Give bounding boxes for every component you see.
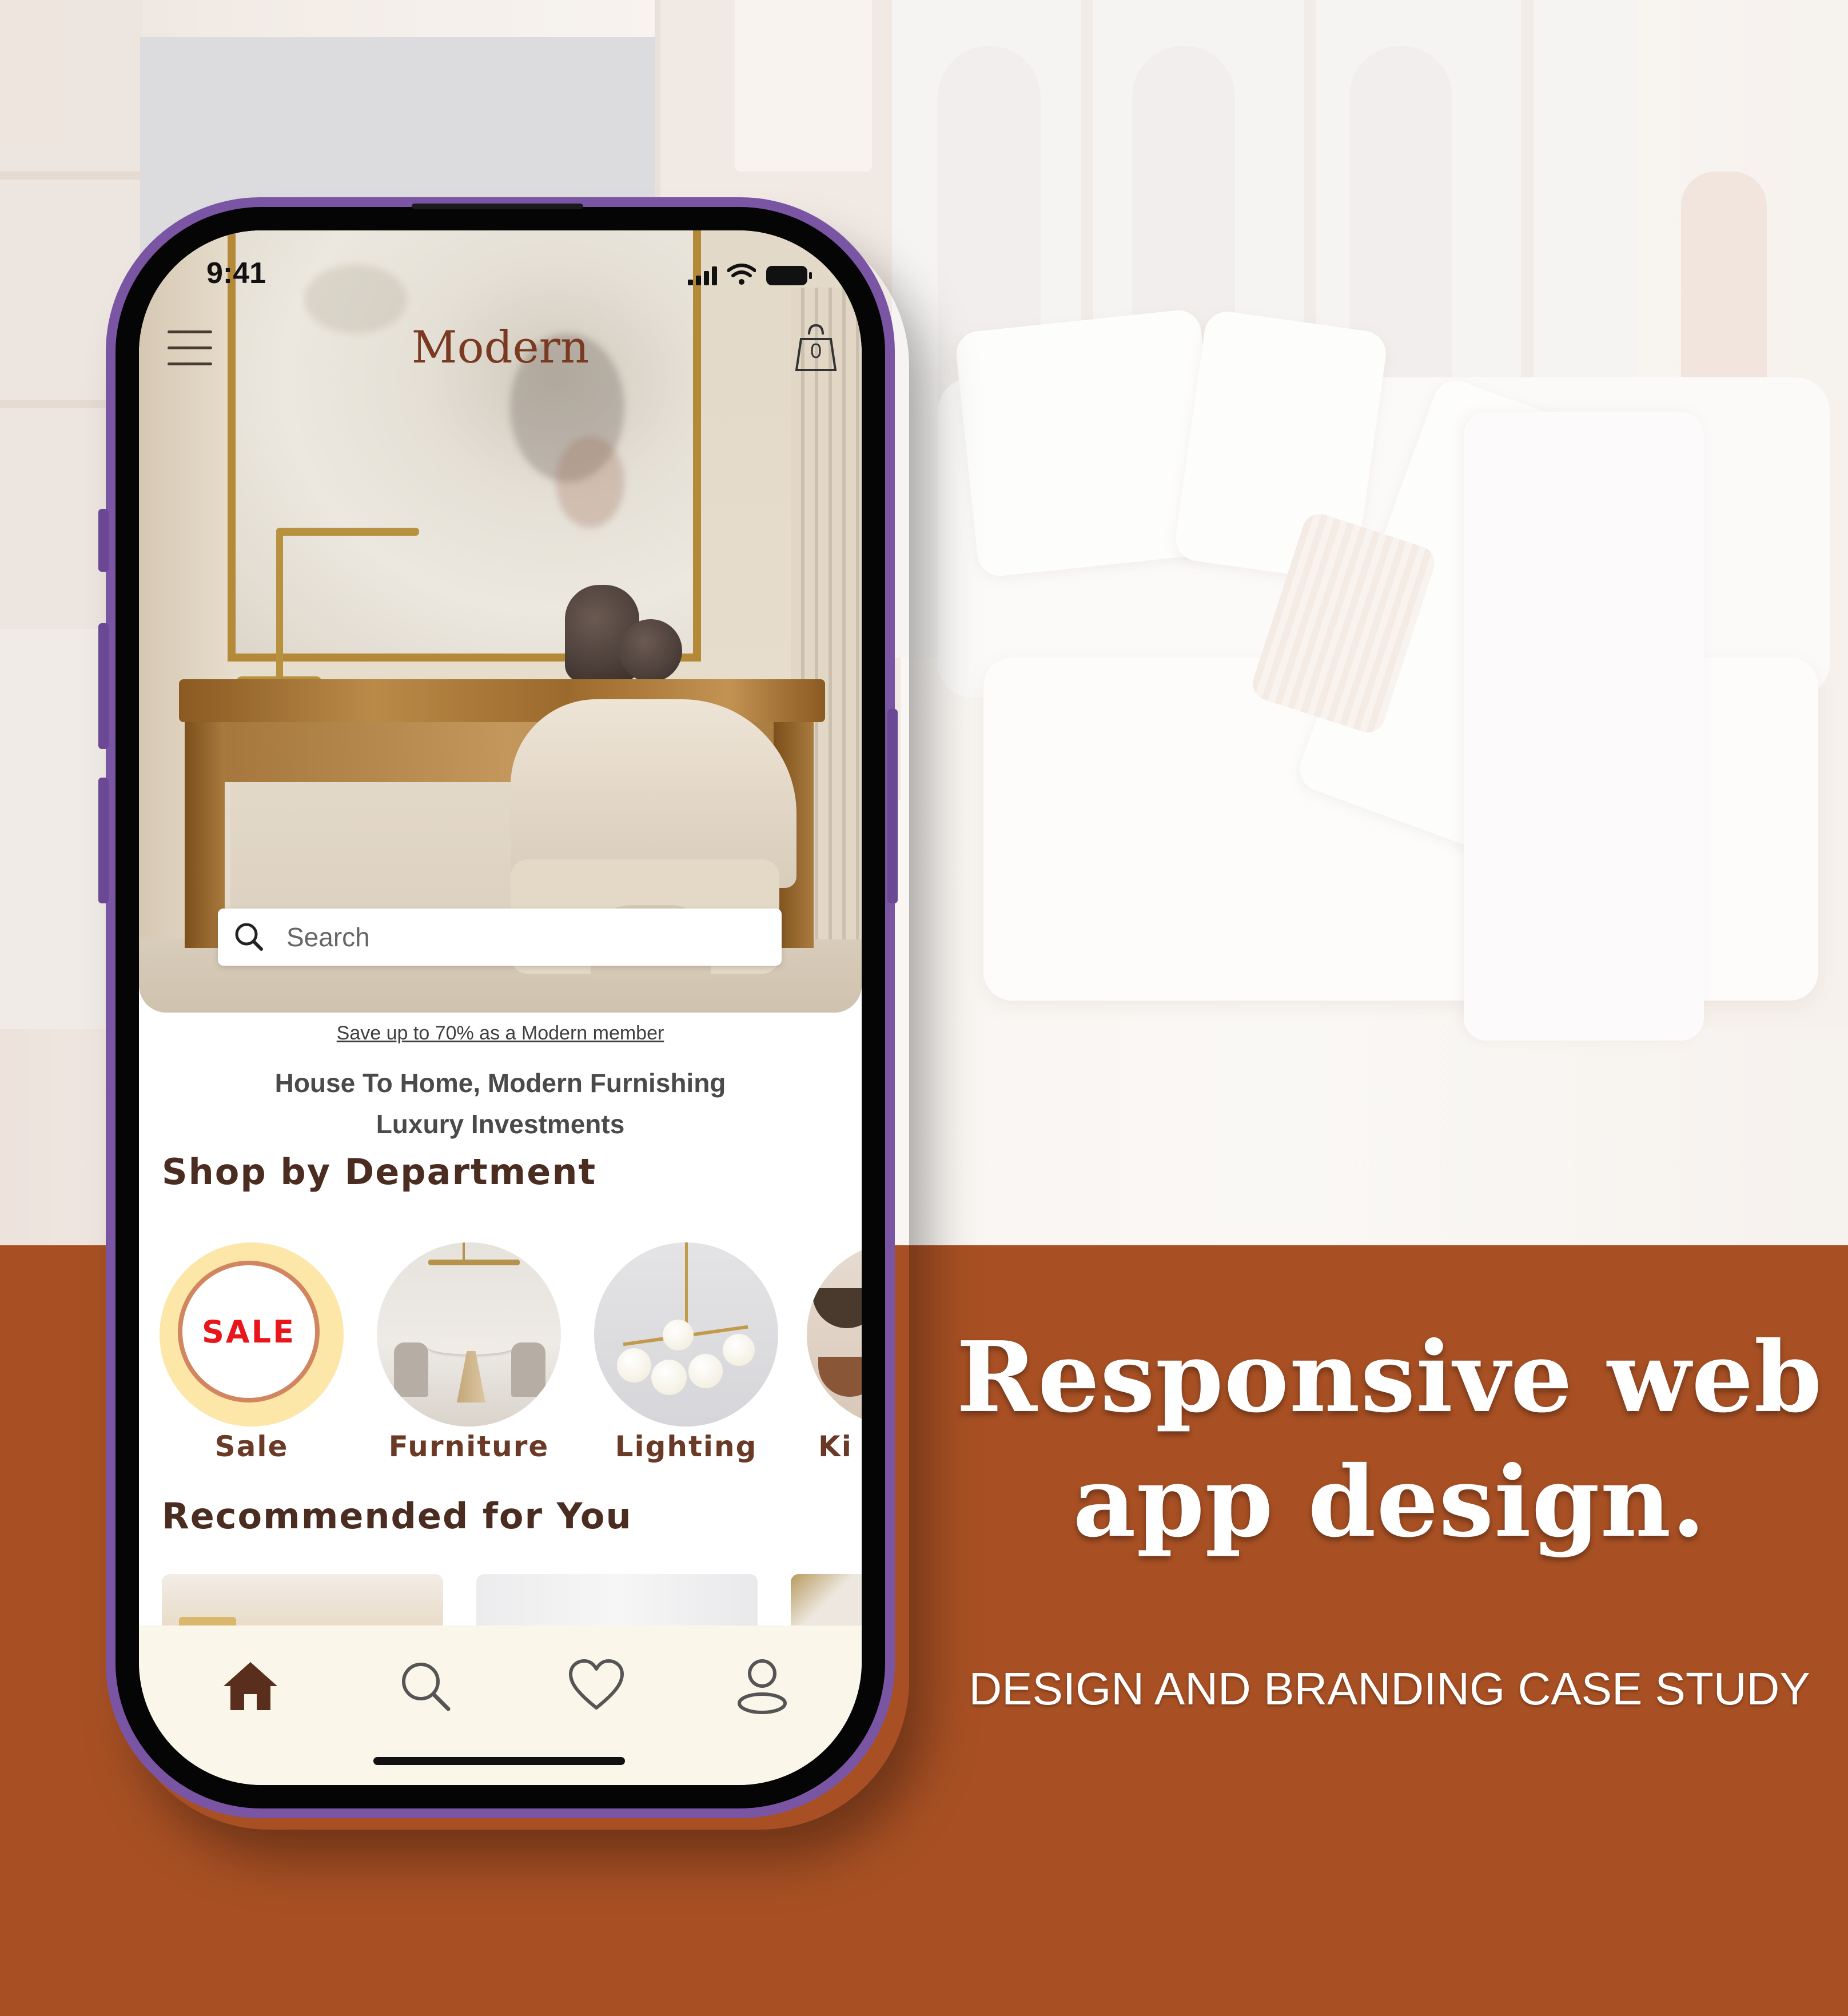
heart-icon[interactable]: [565, 1654, 628, 1717]
volume-button: [98, 778, 109, 903]
search-input[interactable]: Search: [218, 909, 782, 966]
power-button: [887, 709, 898, 903]
wifi-icon: [727, 264, 756, 285]
subline: DESIGN AND BRANDING CASE STUDY: [969, 1663, 1810, 1714]
volume-button: [98, 623, 109, 749]
tagline: House To Home, Modern Furnishing Luxury …: [274, 1068, 726, 1139]
search-icon[interactable]: [393, 1654, 456, 1717]
user-icon[interactable]: [731, 1654, 794, 1717]
hero-image: 9:41 Modern 0 Search: [139, 230, 862, 1013]
department-label: Furniture: [388, 1430, 549, 1463]
signal-icon: [685, 266, 717, 285]
battery-icon: [766, 266, 812, 285]
department-lighting[interactable]: Lighting: [592, 1242, 780, 1463]
department-label: Lighting: [615, 1430, 758, 1463]
brand-logo: Modern: [411, 322, 590, 373]
home-indicator: [373, 1757, 625, 1765]
department-label: Sale: [214, 1430, 289, 1463]
status-icons: [685, 264, 812, 285]
status-time: 9:41: [206, 257, 266, 290]
shopping-bag-icon[interactable]: 0: [793, 322, 839, 373]
department-furniture[interactable]: Furniture: [375, 1242, 563, 1463]
vase: [619, 619, 682, 682]
department-kitchen[interactable]: Ki: [807, 1242, 862, 1463]
headline: Responsive web app design.: [956, 1320, 1823, 1559]
department-label: Ki: [818, 1430, 853, 1463]
sale-badge: SALE: [202, 1313, 296, 1350]
shop-by-department-title: Shop by Department: [162, 1151, 597, 1193]
search-icon: [235, 923, 263, 951]
phone-screen: 9:41 Modern 0 Search Save up to 70% as a…: [139, 230, 862, 1785]
cart-count: 0: [810, 339, 822, 362]
volume-button: [98, 509, 109, 572]
recommended-title: Recommended for You: [162, 1495, 632, 1537]
home-icon[interactable]: [219, 1654, 282, 1717]
search-placeholder: Search: [286, 922, 370, 952]
department-sale[interactable]: SALE Sale: [157, 1242, 346, 1463]
promo-link[interactable]: Save up to 70% as a Modern member: [139, 1022, 862, 1045]
